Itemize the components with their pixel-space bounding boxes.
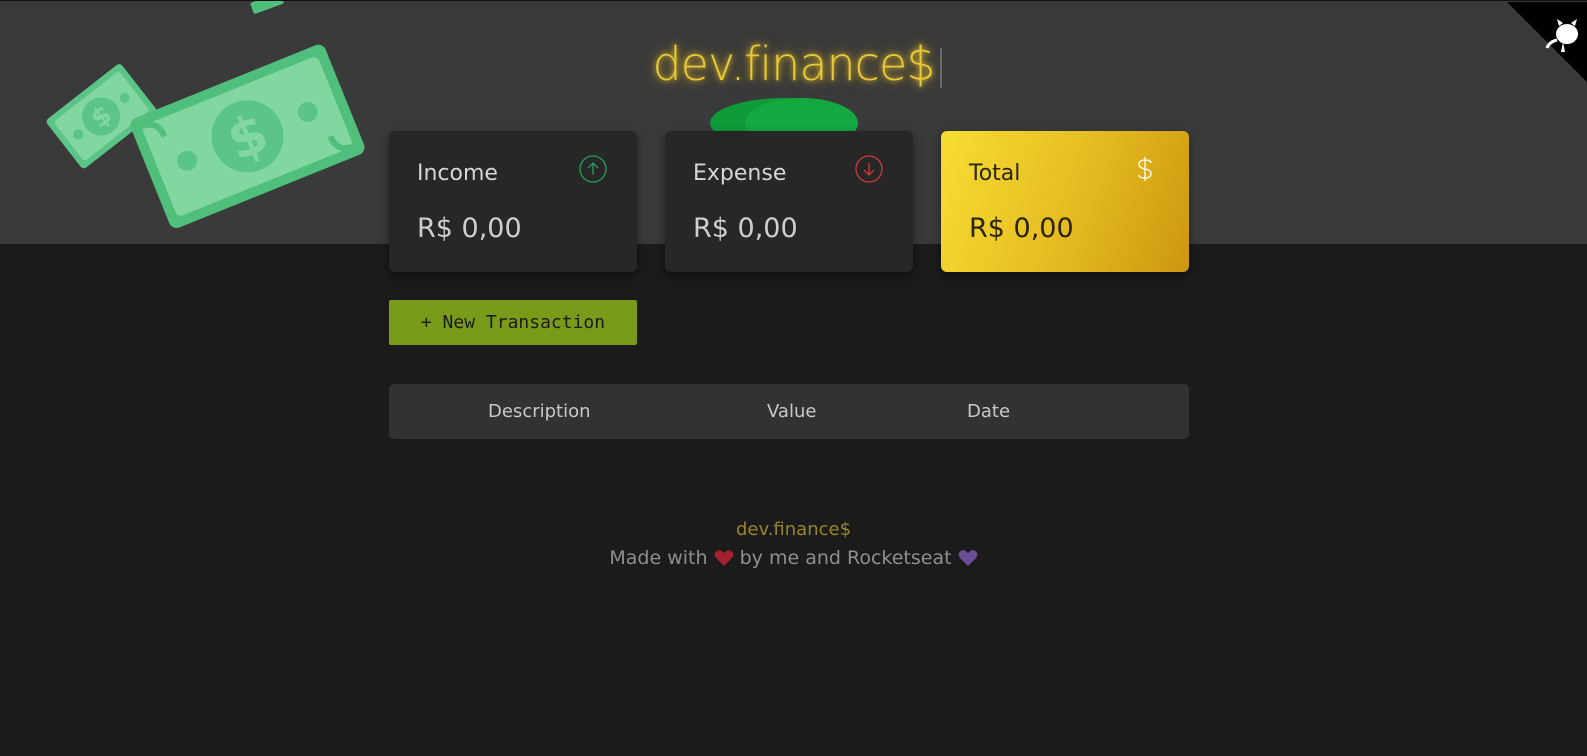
github-octocat-icon [1507, 2, 1587, 82]
transactions-table-header: Description Value Date [389, 384, 1189, 439]
app-logo: dev.finance$ [652, 37, 935, 91]
purple-heart-icon [958, 550, 977, 566]
expense-title: Expense [693, 161, 787, 186]
logo-caret [940, 48, 942, 88]
total-title: Total [969, 161, 1021, 186]
new-transaction-button[interactable]: + New Transaction [389, 300, 637, 345]
income-title: Income [417, 161, 498, 186]
column-date: Date [967, 401, 1011, 422]
income-card: Income R$ 0,00 [389, 131, 637, 272]
footer-brand: dev.finance$ [735, 519, 852, 540]
arrow-up-circle-icon [579, 155, 607, 183]
footer-credits: Made with by me and Rocketseat [0, 547, 1587, 569]
expense-card: Expense R$ 0,00 [665, 131, 913, 272]
arrow-down-circle-icon [855, 155, 883, 183]
red-heart-icon [714, 550, 733, 566]
income-value: R$ 0,00 [417, 213, 522, 244]
total-card: Total R$ 0,00 [941, 131, 1189, 272]
by-me-and-rocketseat-text: by me and Rocketseat [739, 547, 952, 569]
column-value: Value [767, 401, 817, 422]
column-description: Description [488, 401, 591, 422]
github-corner-link[interactable] [1507, 2, 1587, 82]
total-value: R$ 0,00 [969, 213, 1074, 244]
made-with-text: Made with [609, 547, 708, 569]
dollar-sign-icon [1138, 157, 1152, 181]
expense-value: R$ 0,00 [693, 213, 798, 244]
